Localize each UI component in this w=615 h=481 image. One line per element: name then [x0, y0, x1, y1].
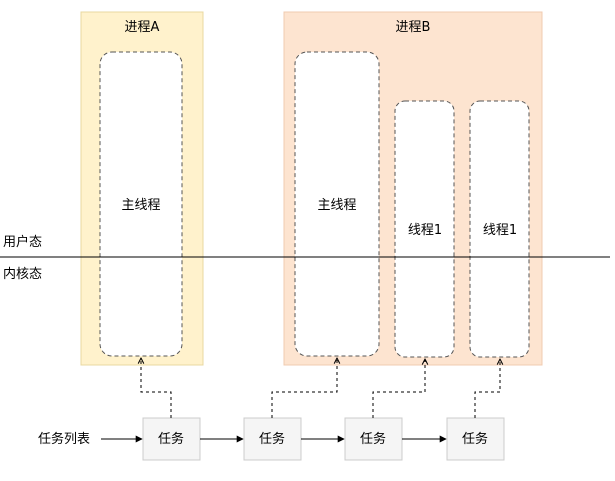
- thread-label-a-main: 主线程: [121, 198, 160, 213]
- dispatch-arrow-task2-to-b-main: [271, 358, 337, 418]
- dispatch-arrow-task3-to-b-thread1: [372, 359, 425, 418]
- task-label-3: 任务: [360, 431, 386, 447]
- kernel-mode-label: 内核态: [3, 266, 42, 282]
- task-list-label: 任务列表: [38, 431, 90, 447]
- process-thread-diagram: 进程A 进程B 主线程 主线程 线程1 线程1 用户态 内核态 任务列表 任务 …: [0, 11, 610, 461]
- dispatch-arrow-task1-to-a-main: [141, 358, 172, 418]
- thread-label-b-main: 主线程: [317, 198, 356, 213]
- task-label-4: 任务: [462, 431, 488, 447]
- thread-label-b-thread2: 线程1: [483, 223, 517, 238]
- dispatch-arrow-task4-to-b-thread2: [474, 359, 500, 418]
- diagram-canvas: 进程A 进程B 主线程 主线程 线程1 线程1 用户态 内核态 任务列表 任务 …: [0, 0, 615, 481]
- process-b-label: 进程B: [396, 20, 431, 35]
- user-mode-label: 用户态: [3, 234, 42, 250]
- thread-label-b-thread1: 线程1: [408, 223, 442, 238]
- task-label-2: 任务: [259, 431, 285, 447]
- process-a-label: 进程A: [125, 20, 160, 35]
- task-label-1: 任务: [158, 431, 184, 447]
